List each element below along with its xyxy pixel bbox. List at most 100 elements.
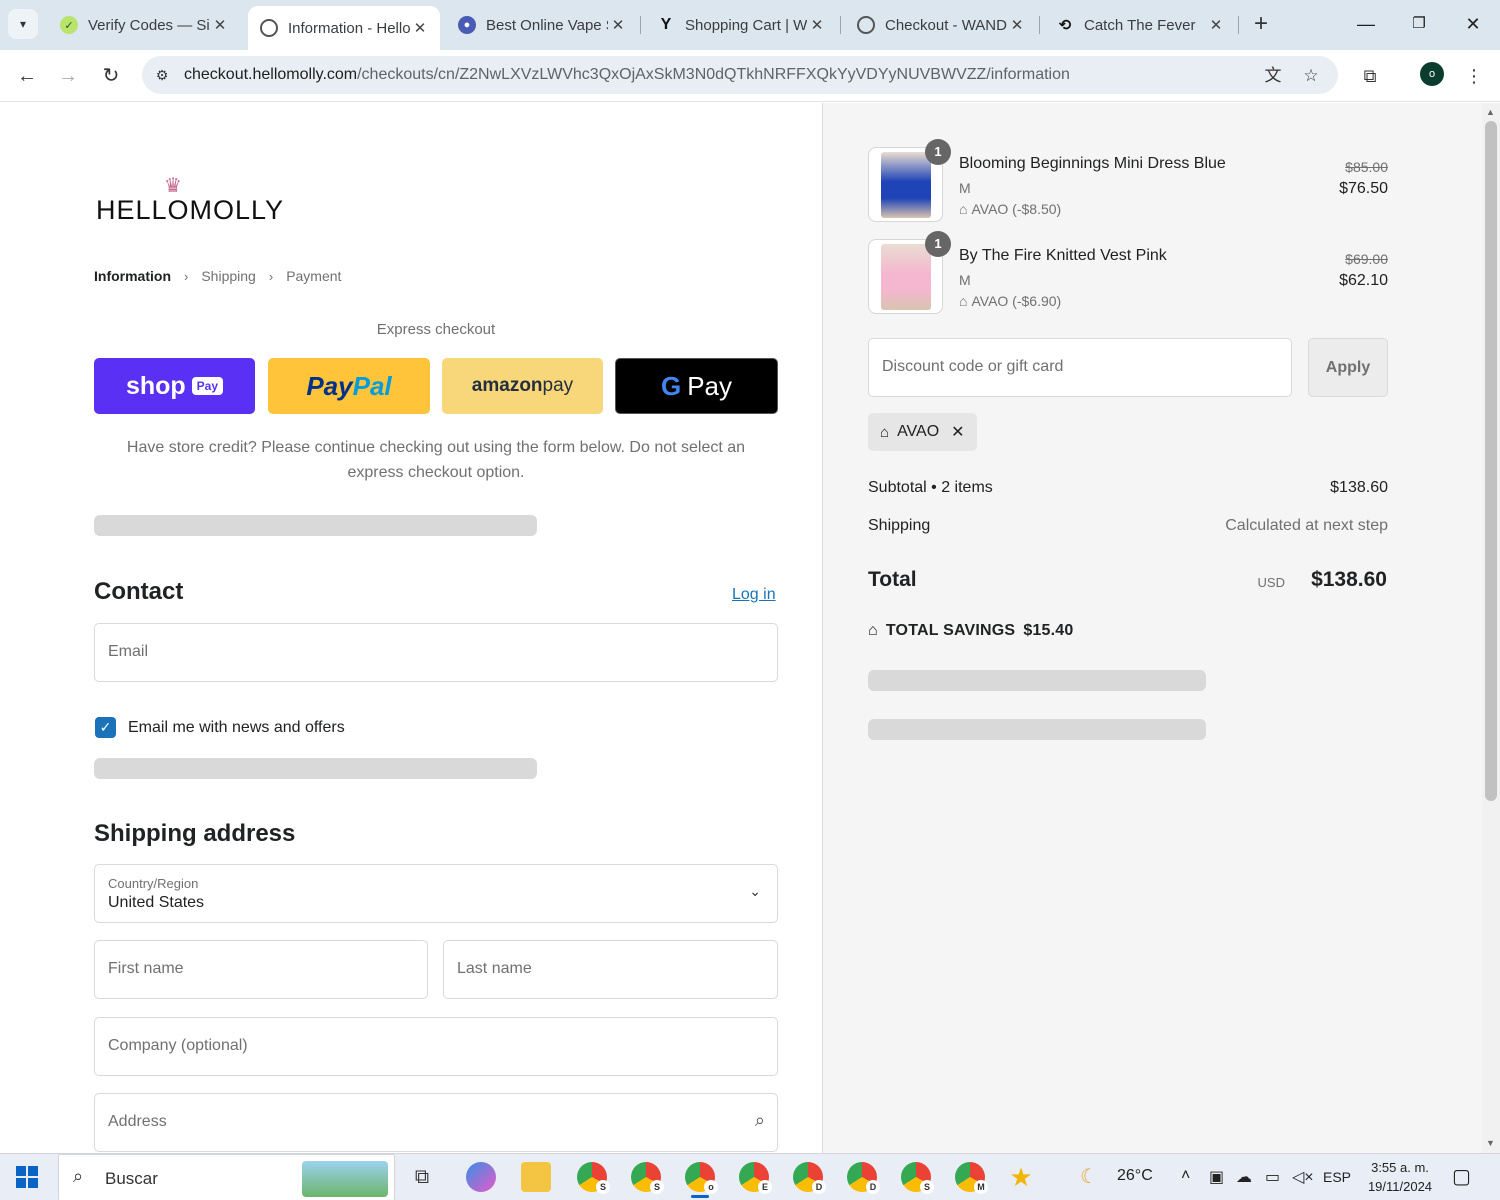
language-indicator[interactable]: ESP [1323, 1169, 1351, 1185]
paypal-label-a: Pay [306, 370, 353, 401]
scrollbar-thumb[interactable] [1485, 121, 1497, 801]
bookmark-star-icon[interactable]: ☆ [1300, 65, 1322, 87]
close-tab-icon[interactable]: ✕ [807, 16, 827, 34]
close-tab-icon[interactable]: ✕ [410, 19, 430, 37]
email-field[interactable]: Email [94, 623, 778, 682]
chrome-profile-s2-icon[interactable]: S [631, 1162, 664, 1194]
reload-icon[interactable]: ↻ [96, 61, 126, 91]
shop-pay-button[interactable]: shop Pay [94, 358, 255, 414]
back-arrow-icon[interactable]: ← [12, 61, 42, 91]
close-tab-icon[interactable]: ✕ [608, 16, 628, 34]
loading-skeleton [94, 515, 537, 536]
extensions-icon[interactable]: ⧉ [1357, 63, 1383, 89]
close-tab-icon[interactable]: ✕ [210, 16, 230, 34]
chrome-profile-e-icon[interactable]: E [739, 1162, 772, 1194]
tab-verify-codes[interactable]: ✓ Verify Codes — SimplyCodes ✕ [48, 6, 240, 44]
google-pay-button[interactable]: G Pay [615, 358, 778, 414]
browser-menu-icon[interactable]: ⋮ [1461, 63, 1487, 89]
paypal-button[interactable]: Pay Pal [268, 358, 430, 414]
address-placeholder: Address [108, 1113, 167, 1130]
tab-information[interactable]: Information - Hello Molly ✕ [248, 6, 440, 50]
file-explorer-icon[interactable] [521, 1162, 551, 1192]
network-icon[interactable]: ▭ [1265, 1167, 1280, 1187]
product-variant: M [959, 180, 971, 196]
page-scrollbar[interactable]: ▲ ▼ [1482, 103, 1500, 1153]
address-bar[interactable]: ⚙ checkout.hellomolly.com/checkouts/cn/Z… [142, 56, 1338, 94]
chrome-profile-d-icon[interactable]: D [793, 1162, 826, 1194]
order-summary: 1 Blooming Beginnings Mini Dress Blue M … [822, 103, 1482, 1153]
amazon-label-b: pay [542, 375, 574, 396]
tab-search-button[interactable]: ▾ [8, 9, 38, 39]
country-region-label: Country/Region [108, 876, 199, 891]
close-tab-icon[interactable]: ✕ [1007, 16, 1027, 34]
new-tab-button[interactable]: + [1248, 10, 1274, 38]
close-tab-icon[interactable]: ✕ [1206, 16, 1226, 34]
shipping-label: Shipping [868, 517, 931, 534]
task-view-icon[interactable]: ⧉ [407, 1162, 437, 1192]
system-clock[interactable]: 3:55 a. m. 19/11/2024 [1360, 1158, 1440, 1196]
onedrive-cloud-icon[interactable]: ☁ [1236, 1167, 1252, 1187]
tab-vape-shop[interactable]: ● Best Online Vape Shop ✕ [446, 6, 638, 44]
weather-temperature[interactable]: 26°C [1117, 1167, 1153, 1185]
country-region-select[interactable]: Country/Region United States ⌄ [94, 864, 778, 923]
chevron-up-icon[interactable]: ˄ [1181, 1167, 1190, 1185]
last-name-placeholder: Last name [457, 960, 532, 977]
apply-button[interactable]: Apply [1308, 338, 1388, 397]
loading-skeleton [868, 719, 1206, 740]
hellomolly-logo[interactable]: ♛ HELLOMOLLY [96, 173, 283, 225]
tab-separator [840, 16, 841, 34]
product-variant: M [959, 272, 971, 288]
chrome-profile-s3-icon[interactable]: S [901, 1162, 934, 1194]
chrome-profile-m-icon[interactable]: M [955, 1162, 988, 1194]
loading-skeleton [94, 758, 537, 779]
product-discount: ⌂ AVAO (-$6.90) [959, 293, 1061, 309]
shipping-row: Shipping Calculated at next step [868, 517, 1388, 535]
forward-arrow-icon[interactable]: → [53, 61, 83, 91]
log-in-link[interactable]: Log in [732, 586, 776, 604]
address-field[interactable]: Address ⌕ [94, 1093, 778, 1152]
newsletter-label[interactable]: Email me with news and offers [128, 719, 345, 737]
loading-skeleton [868, 670, 1206, 691]
restore-button[interactable]: ❐ [1399, 10, 1439, 38]
tab-catch-the-fever[interactable]: ⟲ Catch The Fever ✕ [1044, 6, 1236, 44]
subtotal-label: Subtotal • 2 items [868, 479, 993, 496]
original-price: $69.00 [1345, 251, 1388, 267]
copilot-icon[interactable] [466, 1162, 496, 1192]
fever-icon: ⟲ [1058, 17, 1072, 34]
meet-now-icon[interactable]: ▣ [1209, 1167, 1224, 1187]
volume-muted-icon[interactable]: ◁× [1292, 1167, 1314, 1187]
close-window-button[interactable]: ✕ [1453, 10, 1493, 38]
newsletter-checkbox[interactable]: ✓ [95, 717, 116, 738]
star-app-icon[interactable]: ★ [1006, 1162, 1036, 1192]
site-settings-icon[interactable]: ⚙ [152, 65, 172, 85]
windows-start-icon[interactable] [16, 1166, 38, 1188]
first-name-field[interactable]: First name [94, 940, 428, 999]
contact-heading: Contact [94, 578, 184, 605]
url-path: /checkouts/cn/Z2NwLXVzLWVhc3QxOjAxSkM3N0… [357, 66, 1070, 83]
translate-icon[interactable]: 文 [1262, 65, 1284, 87]
quantity-badge: 1 [925, 139, 951, 165]
tag-icon: ⌂ [868, 622, 878, 639]
minimize-button[interactable]: — [1346, 10, 1386, 38]
amazon-pay-button[interactable]: amazon pay [442, 358, 603, 414]
tab-shopping-cart[interactable]: Y Shopping Cart | Wandering ✕ [645, 6, 837, 44]
total-label: Total [868, 568, 917, 591]
product-discount: ⌂ AVAO (-$8.50) [959, 201, 1061, 217]
gpay-label: Pay [687, 370, 733, 401]
amazon-label-a: amazon [471, 375, 543, 396]
scroll-up-icon[interactable]: ▲ [1486, 107, 1495, 117]
notifications-icon[interactable]: ▢ [1452, 1164, 1471, 1189]
profile-avatar[interactable]: o [1420, 62, 1444, 86]
remove-discount-icon[interactable]: ✕ [951, 422, 964, 442]
tab-checkout-wandering[interactable]: Checkout - WANDERING ✕ [845, 6, 1037, 44]
url-text[interactable]: checkout.hellomolly.com/checkouts/cn/Z2N… [184, 66, 1070, 84]
chrome-profile-s-icon[interactable]: S [577, 1162, 610, 1194]
company-field[interactable]: Company (optional) [94, 1017, 778, 1076]
chrome-profile-d2-icon[interactable]: D [847, 1162, 880, 1194]
discount-code-input[interactable]: Discount code or gift card [868, 338, 1292, 397]
chrome-profile-o-icon[interactable]: o [685, 1162, 718, 1198]
last-name-field[interactable]: Last name [443, 940, 778, 999]
taskbar-search[interactable]: ⌕ Buscar [58, 1154, 395, 1200]
weather-moon-icon[interactable]: ☾ [1080, 1164, 1098, 1189]
scroll-down-icon[interactable]: ▼ [1486, 1138, 1495, 1148]
